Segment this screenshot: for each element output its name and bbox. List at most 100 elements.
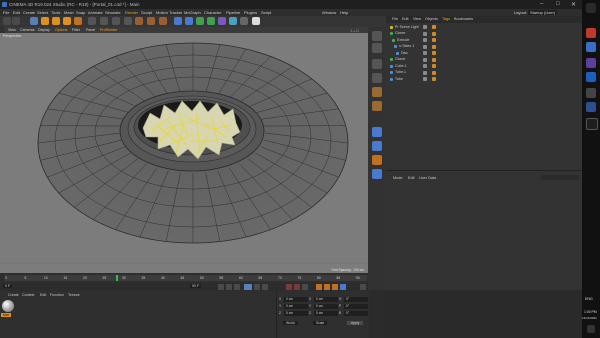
taskbar-app-4-icon[interactable]: [586, 72, 596, 82]
snap-icon[interactable]: [372, 127, 382, 137]
coord-value-field[interactable]: 0 cm: [284, 296, 308, 302]
object-row[interactable]: Tube.1: [386, 70, 582, 76]
timeline-playhead[interactable]: [116, 275, 118, 281]
object-tag-icon[interactable]: [432, 38, 436, 42]
object-visibility-icon[interactable]: [423, 38, 427, 42]
windows-start-icon[interactable]: [586, 3, 596, 13]
render-settings-icon[interactable]: [159, 17, 167, 25]
viewport-menu-filter[interactable]: Filter: [72, 28, 80, 32]
taskbar-app-3-icon[interactable]: [586, 58, 596, 68]
object-name[interactable]: n-Sides 1: [399, 44, 414, 48]
select-tool-icon[interactable]: [30, 17, 38, 25]
edges-mode-icon[interactable]: [372, 73, 382, 83]
deformer-icon[interactable]: [218, 17, 226, 25]
om-menu-file[interactable]: File: [392, 17, 398, 21]
notification-icon[interactable]: [587, 325, 595, 333]
record-icon[interactable]: [286, 284, 292, 290]
cube-object-icon[interactable]: [174, 17, 182, 25]
maximize-icon[interactable]: □: [556, 1, 560, 7]
clock-date[interactable]: 12/11/2021: [582, 316, 597, 320]
object-row[interactable]: Tube: [386, 76, 582, 82]
viewport-menu-display[interactable]: Display: [38, 28, 50, 32]
undo-icon[interactable]: [3, 17, 11, 25]
redo-icon[interactable]: [12, 17, 20, 25]
menu-plugins[interactable]: Plugins: [244, 10, 257, 15]
material-name[interactable]: Mat: [1, 313, 11, 317]
viewport-menu-options[interactable]: Options: [55, 28, 67, 32]
object-visibility-icon[interactable]: [423, 64, 427, 68]
object-tag-icon[interactable]: [432, 64, 436, 68]
om-menu-tags[interactable]: Tags: [442, 17, 450, 21]
object-row[interactable]: Cloner: [386, 31, 582, 37]
viewport-nav-icon[interactable]: ↕↔□: [350, 28, 358, 33]
render-picture-viewer-icon[interactable]: [147, 17, 155, 25]
om-menu-view[interactable]: View: [413, 17, 421, 21]
layout-select[interactable]: Startup (User): [528, 10, 558, 15]
coord-value-field[interactable]: 0 cm: [314, 303, 338, 309]
menu-pipeline[interactable]: Pipeline: [226, 10, 240, 15]
menu-create[interactable]: Create: [23, 10, 35, 15]
coord-value-field[interactable]: 0 cm: [314, 310, 338, 316]
object-name[interactable]: Tube: [395, 77, 403, 81]
coord-value-field[interactable]: 0°: [344, 310, 368, 316]
object-row[interactable]: Cloner: [386, 57, 582, 63]
mm-menu-function[interactable]: Function: [50, 293, 64, 297]
key-rotation-icon[interactable]: [324, 284, 330, 290]
end-frame-field[interactable]: 90 F: [190, 284, 202, 288]
menu-sculpt[interactable]: Sculpt: [141, 10, 152, 15]
taskbar-cinema4d-icon[interactable]: [586, 102, 596, 112]
key-scale-icon[interactable]: [332, 284, 338, 290]
object-visibility-icon[interactable]: [423, 51, 427, 55]
object-visibility-icon[interactable]: [423, 44, 427, 49]
object-name[interactable]: Pr Scene Light: [395, 25, 419, 29]
clock-time[interactable]: 1:00 PM: [584, 310, 597, 314]
viewport-menu-view[interactable]: View: [8, 28, 16, 32]
y-axis-icon[interactable]: [100, 17, 108, 25]
menu-file[interactable]: File: [3, 10, 9, 15]
move-tool-icon[interactable]: [41, 17, 49, 25]
polygons-mode-icon[interactable]: [372, 87, 382, 97]
object-tag-icon[interactable]: [432, 51, 436, 55]
enable-axis-icon[interactable]: [372, 101, 382, 111]
object-visibility-icon[interactable]: [423, 25, 427, 29]
coord-mode-select[interactable]: World: [283, 321, 298, 325]
object-visibility-icon[interactable]: [423, 77, 427, 81]
menu-character[interactable]: Character: [204, 10, 222, 15]
language-indicator[interactable]: ENG: [585, 297, 593, 301]
viewport-menu-panel[interactable]: Panel: [86, 28, 95, 32]
close-icon[interactable]: ✕: [571, 1, 576, 8]
object-row[interactable]: Cube.1: [386, 63, 582, 69]
object-visibility-icon[interactable]: [423, 57, 427, 62]
menu-help[interactable]: Help: [340, 10, 348, 15]
workplane-icon[interactable]: [372, 141, 382, 151]
render-view-icon[interactable]: [135, 17, 143, 25]
coord-value-field[interactable]: 0 cm: [314, 296, 338, 302]
object-tag-icon[interactable]: [432, 57, 436, 62]
apply-button[interactable]: Apply: [347, 321, 364, 325]
key-position-icon[interactable]: [316, 284, 322, 290]
taskbar-app-2-icon[interactable]: [586, 42, 596, 52]
current-frame-field[interactable]: 0 F: [3, 284, 13, 288]
array-icon[interactable]: [207, 17, 215, 25]
camera-icon[interactable]: [240, 17, 248, 25]
object-row[interactable]: Extrude: [386, 37, 582, 43]
rotate-tool-icon[interactable]: [63, 17, 71, 25]
scene-icon[interactable]: [229, 17, 237, 25]
texture-mode-icon[interactable]: [372, 43, 382, 53]
prev-key-icon[interactable]: [226, 284, 232, 290]
keyframe-selection-icon[interactable]: [302, 284, 308, 290]
object-row[interactable]: Pr Scene Light: [386, 24, 582, 30]
autokey-icon[interactable]: [294, 284, 300, 290]
menu-script[interactable]: Script: [261, 10, 271, 15]
scale-tool-icon[interactable]: [52, 17, 60, 25]
object-name[interactable]: Tube.1: [395, 70, 406, 74]
solo-icon[interactable]: [372, 169, 382, 179]
coord-value-field[interactable]: 0°: [344, 303, 368, 309]
taskbar-app-7-icon[interactable]: [586, 118, 598, 130]
pen-spline-icon[interactable]: [185, 17, 193, 25]
menu-mograph[interactable]: MoGraph: [184, 10, 201, 15]
object-name[interactable]: Cloner: [395, 57, 406, 61]
menu-simulate[interactable]: Simulate: [105, 10, 121, 15]
minimize-icon[interactable]: –: [540, 1, 543, 7]
coord-value-field[interactable]: 0 cm: [284, 303, 308, 309]
